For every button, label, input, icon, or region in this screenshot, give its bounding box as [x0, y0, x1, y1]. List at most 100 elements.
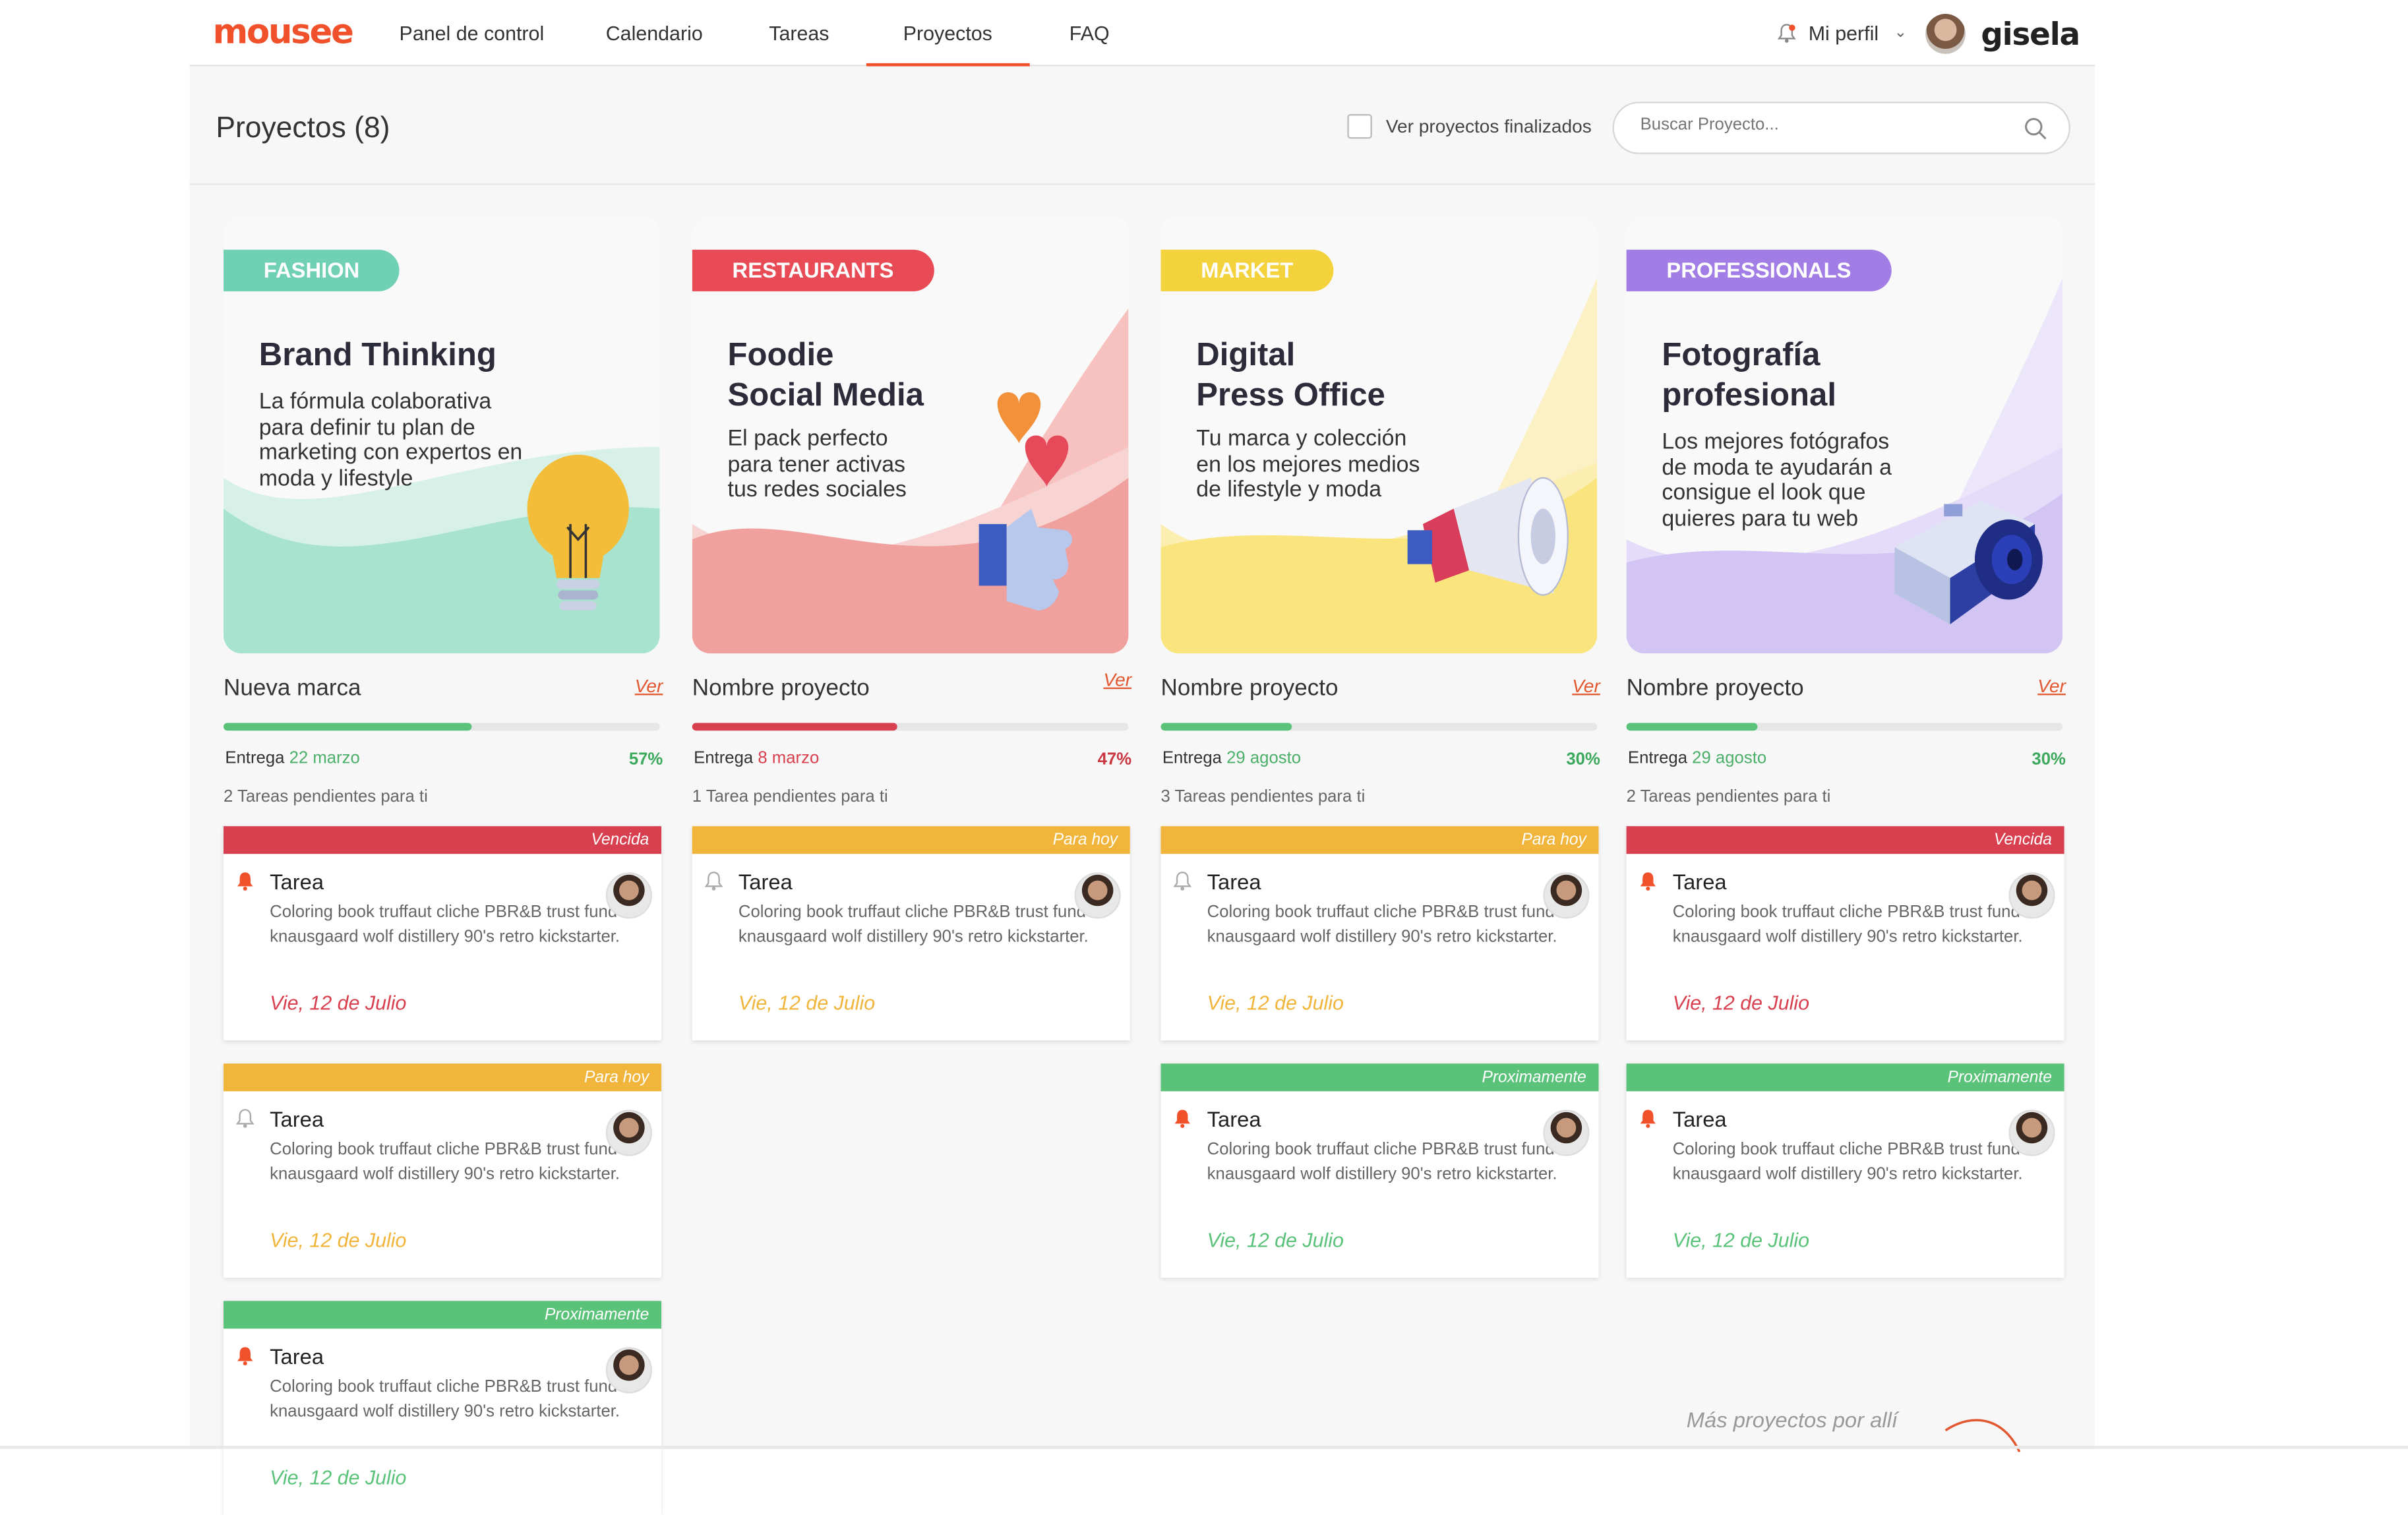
assignee-avatar[interactable] [1074, 872, 1121, 919]
task-date: Vie, 12 de Julio [1207, 991, 1344, 1015]
assignee-avatar[interactable] [1543, 1110, 1590, 1156]
bell-filled-icon[interactable] [1639, 1108, 1657, 1128]
bell-filled-icon[interactable] [1173, 1108, 1191, 1128]
brand-wordmark: gisela [1981, 15, 2080, 52]
task-date: Vie, 12 de Julio [270, 991, 407, 1015]
card-title: Digital Press Office [1196, 338, 1385, 413]
task-card[interactable]: Para hoy Tarea Coloring book truffaut cl… [1160, 826, 1599, 1041]
project-card-market[interactable]: MARKET Digital Press Office Tu marca y c… [1160, 216, 1598, 654]
main-nav: Panel de control Calendario Tareas Proye… [400, 0, 1110, 67]
card-description: Los mejores fotógrafos de moda te ayudar… [1662, 430, 1892, 531]
camera-icon [1894, 500, 2043, 624]
megaphone-icon [1407, 477, 1569, 596]
nav-tareas[interactable]: Tareas [769, 0, 829, 67]
task-title: Tarea [738, 869, 793, 895]
task-title: Tarea [1207, 1106, 1261, 1132]
page-header: Proyectos (8) Ver proyectos finalizados [189, 67, 2095, 185]
notification-bell-icon[interactable] [1777, 23, 1796, 43]
task-status-badge: Proximamente [224, 1301, 662, 1329]
project-name: Nombre proyecto [1160, 675, 1339, 701]
bell-filled-icon[interactable] [236, 871, 255, 891]
project-tag: FASHION [224, 249, 400, 291]
progress-percent: 30% [1566, 750, 1600, 769]
assignee-avatar[interactable] [2008, 1110, 2055, 1156]
project-tag: MARKET [1160, 249, 1334, 291]
task-date: Vie, 12 de Julio [1672, 991, 1810, 1015]
mousee-logo[interactable]: mousee [213, 14, 354, 52]
lightbulb-icon [527, 454, 629, 610]
task-title: Tarea [270, 1106, 324, 1132]
page-root: mousee Panel de control Calendario Tarea… [0, 0, 2408, 1515]
task-card[interactable]: Proximamente Tarea Coloring book truffau… [224, 1301, 662, 1515]
bell-outline-icon[interactable] [235, 1108, 255, 1128]
view-project-link[interactable]: Ver [1103, 669, 1131, 691]
assignee-avatar[interactable] [605, 1347, 652, 1394]
task-status-badge: Para hoy [224, 1063, 662, 1092]
delivery-date: Entrega 8 marzo [694, 749, 820, 768]
task-card[interactable]: Para hoy Tarea Coloring book truffaut cl… [224, 1063, 662, 1278]
bell-outline-icon[interactable] [704, 871, 723, 891]
show-finished-toggle[interactable]: Ver proyectos finalizados [1347, 114, 1592, 139]
project-search[interactable] [1612, 102, 2070, 154]
bell-filled-icon[interactable] [1639, 871, 1657, 891]
progress-percent: 30% [2032, 750, 2066, 769]
project-name: Nombre proyecto [1626, 675, 1804, 701]
bell-outline-icon[interactable] [1173, 871, 1192, 891]
task-card[interactable]: Proximamente Tarea Coloring book truffau… [1626, 1063, 2064, 1278]
progress-percent: 47% [1097, 750, 1132, 769]
search-input[interactable] [1640, 115, 1995, 134]
task-card[interactable]: Proximamente Tarea Coloring book truffau… [1160, 1063, 1599, 1278]
bell-filled-icon[interactable] [236, 1346, 255, 1366]
task-description: Coloring book truffaut cliche PBR&B trus… [1672, 1141, 2023, 1183]
thumbs-up-hearts-icon [978, 392, 1073, 610]
delivery-date: Entrega 29 agosto [1627, 749, 1767, 768]
card-title: Brand Thinking [258, 338, 497, 373]
assignee-avatar[interactable] [2008, 872, 2055, 919]
pending-tasks-count: 1 Tarea pendientes para ti [692, 787, 888, 806]
assignee-avatar[interactable] [1543, 872, 1590, 919]
bottom-divider [0, 1446, 2408, 1449]
project-name: Nueva marca [224, 675, 361, 701]
profile-label[interactable]: Mi perfil [1809, 22, 1879, 45]
app-frame: mousee Panel de control Calendario Tarea… [189, 0, 2095, 1515]
nav-calendario[interactable]: Calendario [606, 0, 703, 67]
project-card-restaurants[interactable]: RESTAURANTS Foodie Social Media El pack … [692, 216, 1129, 654]
user-avatar[interactable] [1925, 13, 1966, 53]
project-column-professionals: PROFESSIONALS Fotografía profesional Los… [1626, 216, 2066, 1278]
card-description: La fórmula colaborativa para definir tu … [258, 390, 523, 491]
assignee-avatar[interactable] [605, 872, 652, 919]
search-icon[interactable] [2024, 117, 2047, 140]
show-finished-checkbox[interactable] [1347, 114, 1372, 139]
chevron-down-icon[interactable]: ⌄ [1894, 24, 1907, 42]
project-column-restaurants: RESTAURANTS Foodie Social Media El pack … [692, 216, 1131, 1041]
task-title: Tarea [1207, 869, 1261, 895]
nav-panel-de-control[interactable]: Panel de control [400, 0, 545, 67]
project-card-professionals[interactable]: PROFESSIONALS Fotografía profesional Los… [1626, 216, 2063, 654]
profile-menu[interactable]: Mi perfil ⌄ gisela [1777, 0, 2080, 67]
show-finished-label[interactable]: Ver proyectos finalizados [1386, 115, 1592, 137]
assignee-avatar[interactable] [605, 1110, 652, 1156]
nav-proyectos[interactable]: Proyectos [866, 0, 1029, 67]
project-column-market: MARKET Digital Press Office Tu marca y c… [1160, 216, 1600, 1278]
pending-tasks-count: 2 Tareas pendientes para ti [224, 787, 428, 806]
project-card-fashion[interactable]: FASHION Brand Thinking La fórmula colabo… [224, 216, 660, 654]
delivery-date: Entrega 22 marzo [225, 749, 360, 768]
task-card[interactable]: Para hoy Tarea Coloring book truffaut cl… [692, 826, 1130, 1041]
task-date: Vie, 12 de Julio [738, 991, 876, 1015]
pending-tasks-count: 3 Tareas pendientes para ti [1160, 787, 1366, 806]
pending-tasks-count: 2 Tareas pendientes para ti [1626, 787, 1831, 806]
view-project-link[interactable]: Ver [2037, 675, 2066, 697]
nav-faq[interactable]: FAQ [1069, 0, 1110, 67]
task-description: Coloring book truffaut cliche PBR&B trus… [270, 1141, 620, 1183]
task-description: Coloring book truffaut cliche PBR&B trus… [738, 903, 1089, 946]
task-status-badge: Para hoy [692, 826, 1130, 854]
view-project-link[interactable]: Ver [1572, 675, 1600, 697]
task-card[interactable]: Vencida Tarea Coloring book truffaut cli… [1626, 826, 2064, 1041]
project-name: Nombre proyecto [692, 675, 870, 701]
card-title: Fotografía profesional [1662, 338, 1836, 413]
view-project-link[interactable]: Ver [635, 675, 663, 697]
task-description: Coloring book truffaut cliche PBR&B trus… [270, 1378, 620, 1421]
task-card[interactable]: Vencida Tarea Coloring book truffaut cli… [224, 826, 662, 1041]
task-date: Vie, 12 de Julio [270, 1466, 407, 1489]
task-status-badge: Proximamente [1160, 1063, 1599, 1092]
